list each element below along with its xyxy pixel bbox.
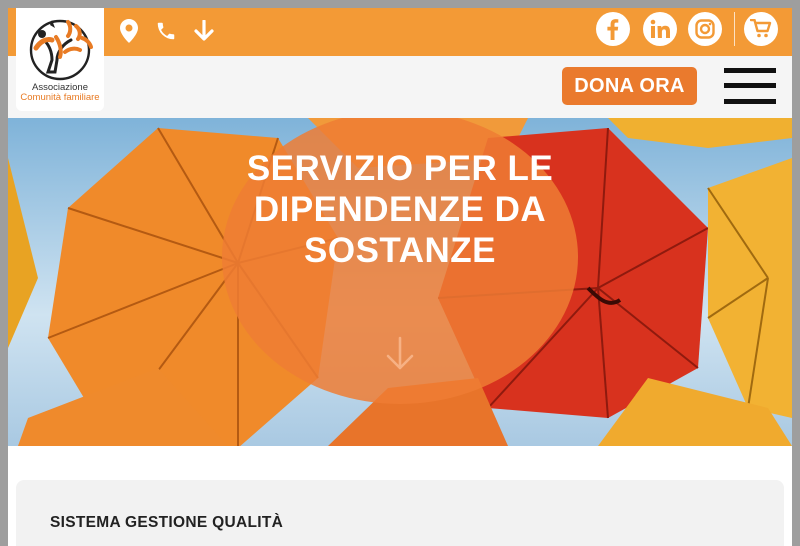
top-bar <box>8 8 792 56</box>
arrow-down-icon[interactable] <box>191 18 217 44</box>
logo-line-2: Comunità familiare <box>20 92 100 103</box>
facebook-icon[interactable] <box>596 12 630 46</box>
page-frame: Associazione Comunità familiare DONA ORA <box>8 8 792 546</box>
phone-icon[interactable] <box>153 18 179 44</box>
tree-family-logo <box>29 19 93 81</box>
donate-button[interactable]: DONA ORA <box>562 67 697 105</box>
hero-title: SERVIZIO PER LE DIPENDENZE DA SOSTANZE <box>246 149 554 270</box>
logo[interactable]: Associazione Comunità familiare <box>16 8 104 111</box>
scroll-down-arrow-icon[interactable] <box>380 334 420 374</box>
quality-section-card: SISTEMA GESTIONE QUALITÀ <box>16 480 784 546</box>
separator <box>734 12 735 46</box>
hero-banner: SERVIZIO PER LE DIPENDENZE DA SOSTANZE <box>8 118 792 446</box>
location-pin-icon[interactable] <box>116 18 142 44</box>
instagram-icon[interactable] <box>688 12 722 46</box>
hamburger-menu-icon[interactable] <box>724 68 776 104</box>
section-title: SISTEMA GESTIONE QUALITÀ <box>50 514 284 531</box>
linkedin-icon[interactable] <box>643 12 677 46</box>
cart-icon[interactable] <box>744 12 778 46</box>
